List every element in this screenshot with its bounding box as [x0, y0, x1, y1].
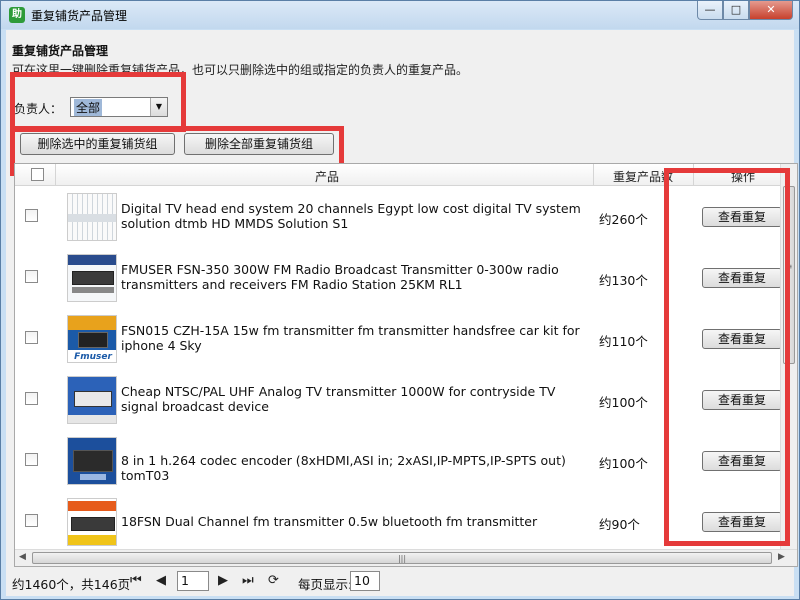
window-title: 重复铺货产品管理 [31, 9, 128, 23]
product-thumbnail [67, 437, 117, 485]
view-duplicates-button[interactable]: 查看重复 [702, 207, 782, 227]
product-thumbnail: Fmuser [67, 315, 117, 363]
table-row[interactable]: Fmuser FSN015 CZH-15A 15w fm transmitter… [15, 308, 782, 369]
page-size-label: 每页显示: [298, 577, 353, 592]
row-checkbox[interactable] [25, 392, 38, 405]
dup-count: 约90个 [599, 517, 640, 532]
column-divider [593, 164, 594, 186]
view-duplicates-button[interactable]: 查看重复 [702, 451, 782, 471]
product-title: Digital TV head end system 20 channels E… [121, 201, 581, 231]
table-row[interactable]: Digital TV head end system 20 channels E… [15, 186, 782, 247]
maximize-button[interactable]: □ [723, 1, 749, 20]
view-duplicates-button[interactable]: 查看重复 [702, 268, 782, 288]
dup-count: 约110个 [599, 334, 648, 349]
column-header-action: 操作 [731, 170, 756, 184]
view-duplicates-button[interactable]: 查看重复 [702, 512, 782, 532]
pagination-bar: 约1460个，共146页 ⏮ ◀ 1 ▶ ⏭ ⟳ 每页显示: 10 [6, 569, 794, 595]
app-window: 助 重复铺货产品管理 — □ ✕ 重复铺货产品管理 可在这里一键删除重复铺货产品… [0, 0, 800, 600]
page-heading: 重复铺货产品管理 [12, 44, 109, 58]
product-thumbnail [67, 376, 117, 424]
select-all-checkbox[interactable] [31, 168, 44, 181]
chevron-down-icon[interactable]: ▼ [150, 98, 167, 116]
column-header-dup-count[interactable]: 重复产品数 [613, 168, 673, 185]
row-checkbox[interactable] [25, 514, 38, 527]
product-title: 8 in 1 h.264 codec encoder (8xHDMI,ASI i… [121, 453, 566, 483]
page-description: 可在这里一键删除重复铺货产品，也可以只删除选中的组或指定的负责人的重复产品。 [12, 63, 469, 77]
product-title: FSN015 CZH-15A 15w fm transmitter fm tra… [121, 323, 580, 353]
prev-page-icon[interactable]: ◀ [156, 573, 166, 588]
scroll-right-icon[interactable]: ▶ [778, 552, 785, 562]
product-title: 18FSN Dual Channel fm transmitter 0.5w b… [121, 514, 538, 529]
column-header-product[interactable]: 产品 [315, 168, 339, 185]
window-controls: — □ ✕ [697, 1, 793, 21]
scroll-left-icon[interactable]: ◀ [19, 552, 26, 562]
next-page-icon[interactable]: ▶ [218, 573, 228, 588]
table-row[interactable]: Cheap NTSC/PAL UHF Analog TV transmitter… [15, 369, 782, 430]
table-row[interactable]: FMUSER FSN-350 300W FM Radio Broadcast T… [15, 247, 782, 308]
table-row[interactable]: 18FSN Dual Channel fm transmitter 0.5w b… [15, 491, 782, 552]
product-thumbnail [67, 254, 117, 302]
view-duplicates-button[interactable]: 查看重复 [702, 329, 782, 349]
last-page-icon[interactable]: ⏭ [242, 573, 254, 588]
horizontal-scroll-thumb[interactable]: ||| [32, 552, 772, 564]
pagination-summary: 约1460个，共146页 [12, 577, 131, 592]
owner-filter-label: 负责人： [14, 102, 63, 116]
close-button[interactable]: ✕ [749, 1, 793, 20]
vertical-scroll-thumb[interactable]: ≡ [783, 186, 795, 364]
delete-selected-groups-button[interactable]: 删除选中的重复铺货组 [20, 133, 175, 155]
row-checkbox[interactable] [25, 331, 38, 344]
page-number-input[interactable]: 1 [177, 571, 209, 591]
owner-filter-select[interactable]: 全部 ▼ [70, 97, 168, 117]
app-icon: 助 [9, 7, 25, 23]
dup-count: 约130个 [599, 273, 648, 288]
delete-all-groups-button[interactable]: 删除全部重复铺货组 [184, 133, 334, 155]
row-checkbox[interactable] [25, 209, 38, 222]
horizontal-scrollbar[interactable]: ◀ ||| ▶ [15, 549, 797, 566]
first-page-icon[interactable]: ⏮ [130, 573, 142, 588]
column-divider [55, 164, 56, 186]
minimize-button[interactable]: — [697, 1, 723, 20]
view-duplicates-button[interactable]: 查看重复 [702, 390, 782, 410]
product-title: Cheap NTSC/PAL UHF Analog TV transmitter… [121, 384, 556, 414]
row-checkbox[interactable] [25, 453, 38, 466]
dup-count: 约100个 [599, 395, 648, 410]
row-checkbox[interactable] [25, 270, 38, 283]
owner-filter-value: 全部 [74, 99, 103, 116]
product-title: FMUSER FSN-350 300W FM Radio Broadcast T… [121, 262, 559, 292]
dup-count: 约100个 [599, 456, 648, 471]
duplicates-table: 产品 重复产品数 操作 Digital TV head end system 2… [14, 163, 798, 567]
dup-count: 约260个 [599, 212, 648, 227]
page-size-input[interactable]: 10 [350, 571, 380, 591]
client-area: 重复铺货产品管理 可在这里一键删除重复铺货产品，也可以只删除选中的组或指定的负责… [6, 30, 798, 596]
table-row[interactable]: 8 in 1 h.264 codec encoder (8xHDMI,ASI i… [15, 430, 782, 491]
column-divider [693, 164, 694, 186]
vertical-scrollbar[interactable]: ≡ [780, 164, 797, 550]
product-thumbnail [67, 498, 117, 546]
table-header: 产品 重复产品数 操作 [15, 164, 781, 186]
title-bar[interactable]: 助 重复铺货产品管理 — □ ✕ [1, 1, 799, 29]
refresh-icon[interactable]: ⟳ [268, 573, 279, 588]
product-thumbnail [67, 193, 117, 241]
